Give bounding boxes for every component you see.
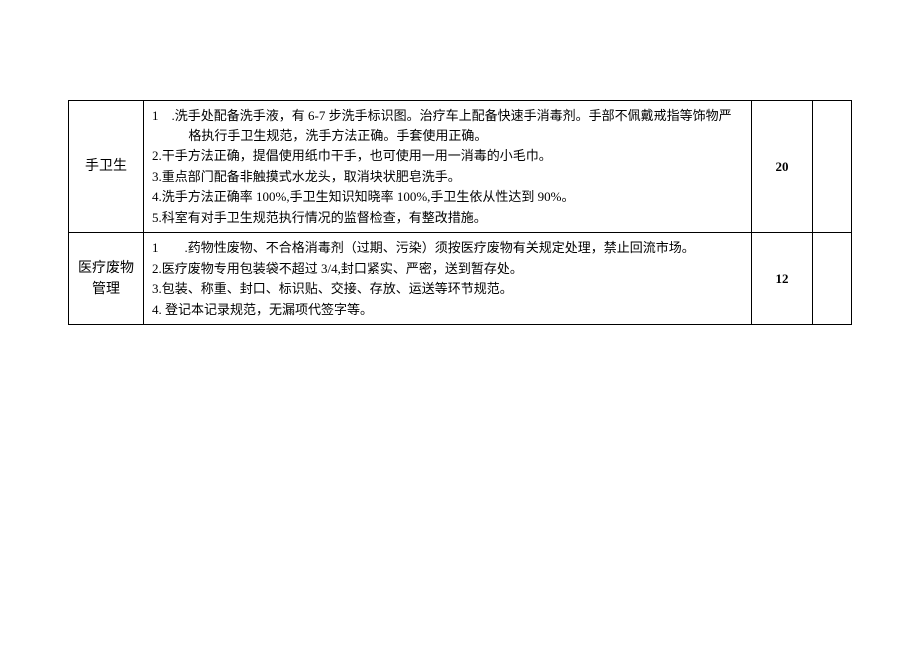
list-item: 2.干手方法正确，提倡使用纸巾干手，也可使用一用一消毒的小毛巾。: [152, 146, 743, 166]
page: 手卫生 1 .洗手处配备洗手液，有 6-7 步洗手标识图。治疗车上配备快速手消毒…: [0, 0, 920, 651]
empty-cell: [813, 233, 852, 325]
list-item: 3.包装、称重、封口、标识贴、交接、存放、运送等环节规范。: [152, 279, 743, 299]
list-item: 4. 登记本记录规范，无漏项代签字等。: [152, 300, 743, 320]
list-item: 4.洗手方法正确率 100%,手卫生知识知晓率 100%,手卫生依从性达到 90…: [152, 187, 743, 207]
table-row: 医疗废物管理 1 .药物性废物、不合格消毒剂（过期、污染）须按医疗废物有关规定处…: [69, 233, 852, 325]
list-item: 2.医疗废物专用包装袋不超过 3/4,封口紧实、严密，送到暂存处。: [152, 259, 743, 279]
list-item: 1 .洗手处配备洗手液，有 6-7 步洗手标识图。治疗车上配备快速手消毒剂。手部…: [152, 106, 743, 145]
list-item: 3.重点部门配备非触摸式水龙头，取消块状肥皂洗手。: [152, 167, 743, 187]
empty-cell: [813, 101, 852, 233]
score-value: 12: [776, 271, 789, 286]
list-item: 5.科室有对手卫生规范执行情况的监督检查，有整改措施。: [152, 208, 743, 228]
description-cell: 1 .洗手处配备洗手液，有 6-7 步洗手标识图。治疗车上配备快速手消毒剂。手部…: [144, 101, 752, 233]
list-item: 1 .药物性废物、不合格消毒剂（过期、污染）须按医疗废物有关规定处理，禁止回流市…: [152, 238, 743, 258]
score-cell: 20: [752, 101, 813, 233]
description-cell: 1 .药物性废物、不合格消毒剂（过期、污染）须按医疗废物有关规定处理，禁止回流市…: [144, 233, 752, 325]
table-row: 手卫生 1 .洗手处配备洗手液，有 6-7 步洗手标识图。治疗车上配备快速手消毒…: [69, 101, 852, 233]
category-text: 手卫生: [85, 159, 127, 174]
category-cell: 手卫生: [69, 101, 144, 233]
score-value: 20: [776, 159, 789, 174]
category-cell: 医疗废物管理: [69, 233, 144, 325]
category-text: 医疗废物管理: [78, 261, 134, 297]
score-cell: 12: [752, 233, 813, 325]
main-table: 手卫生 1 .洗手处配备洗手液，有 6-7 步洗手标识图。治疗车上配备快速手消毒…: [68, 100, 852, 325]
